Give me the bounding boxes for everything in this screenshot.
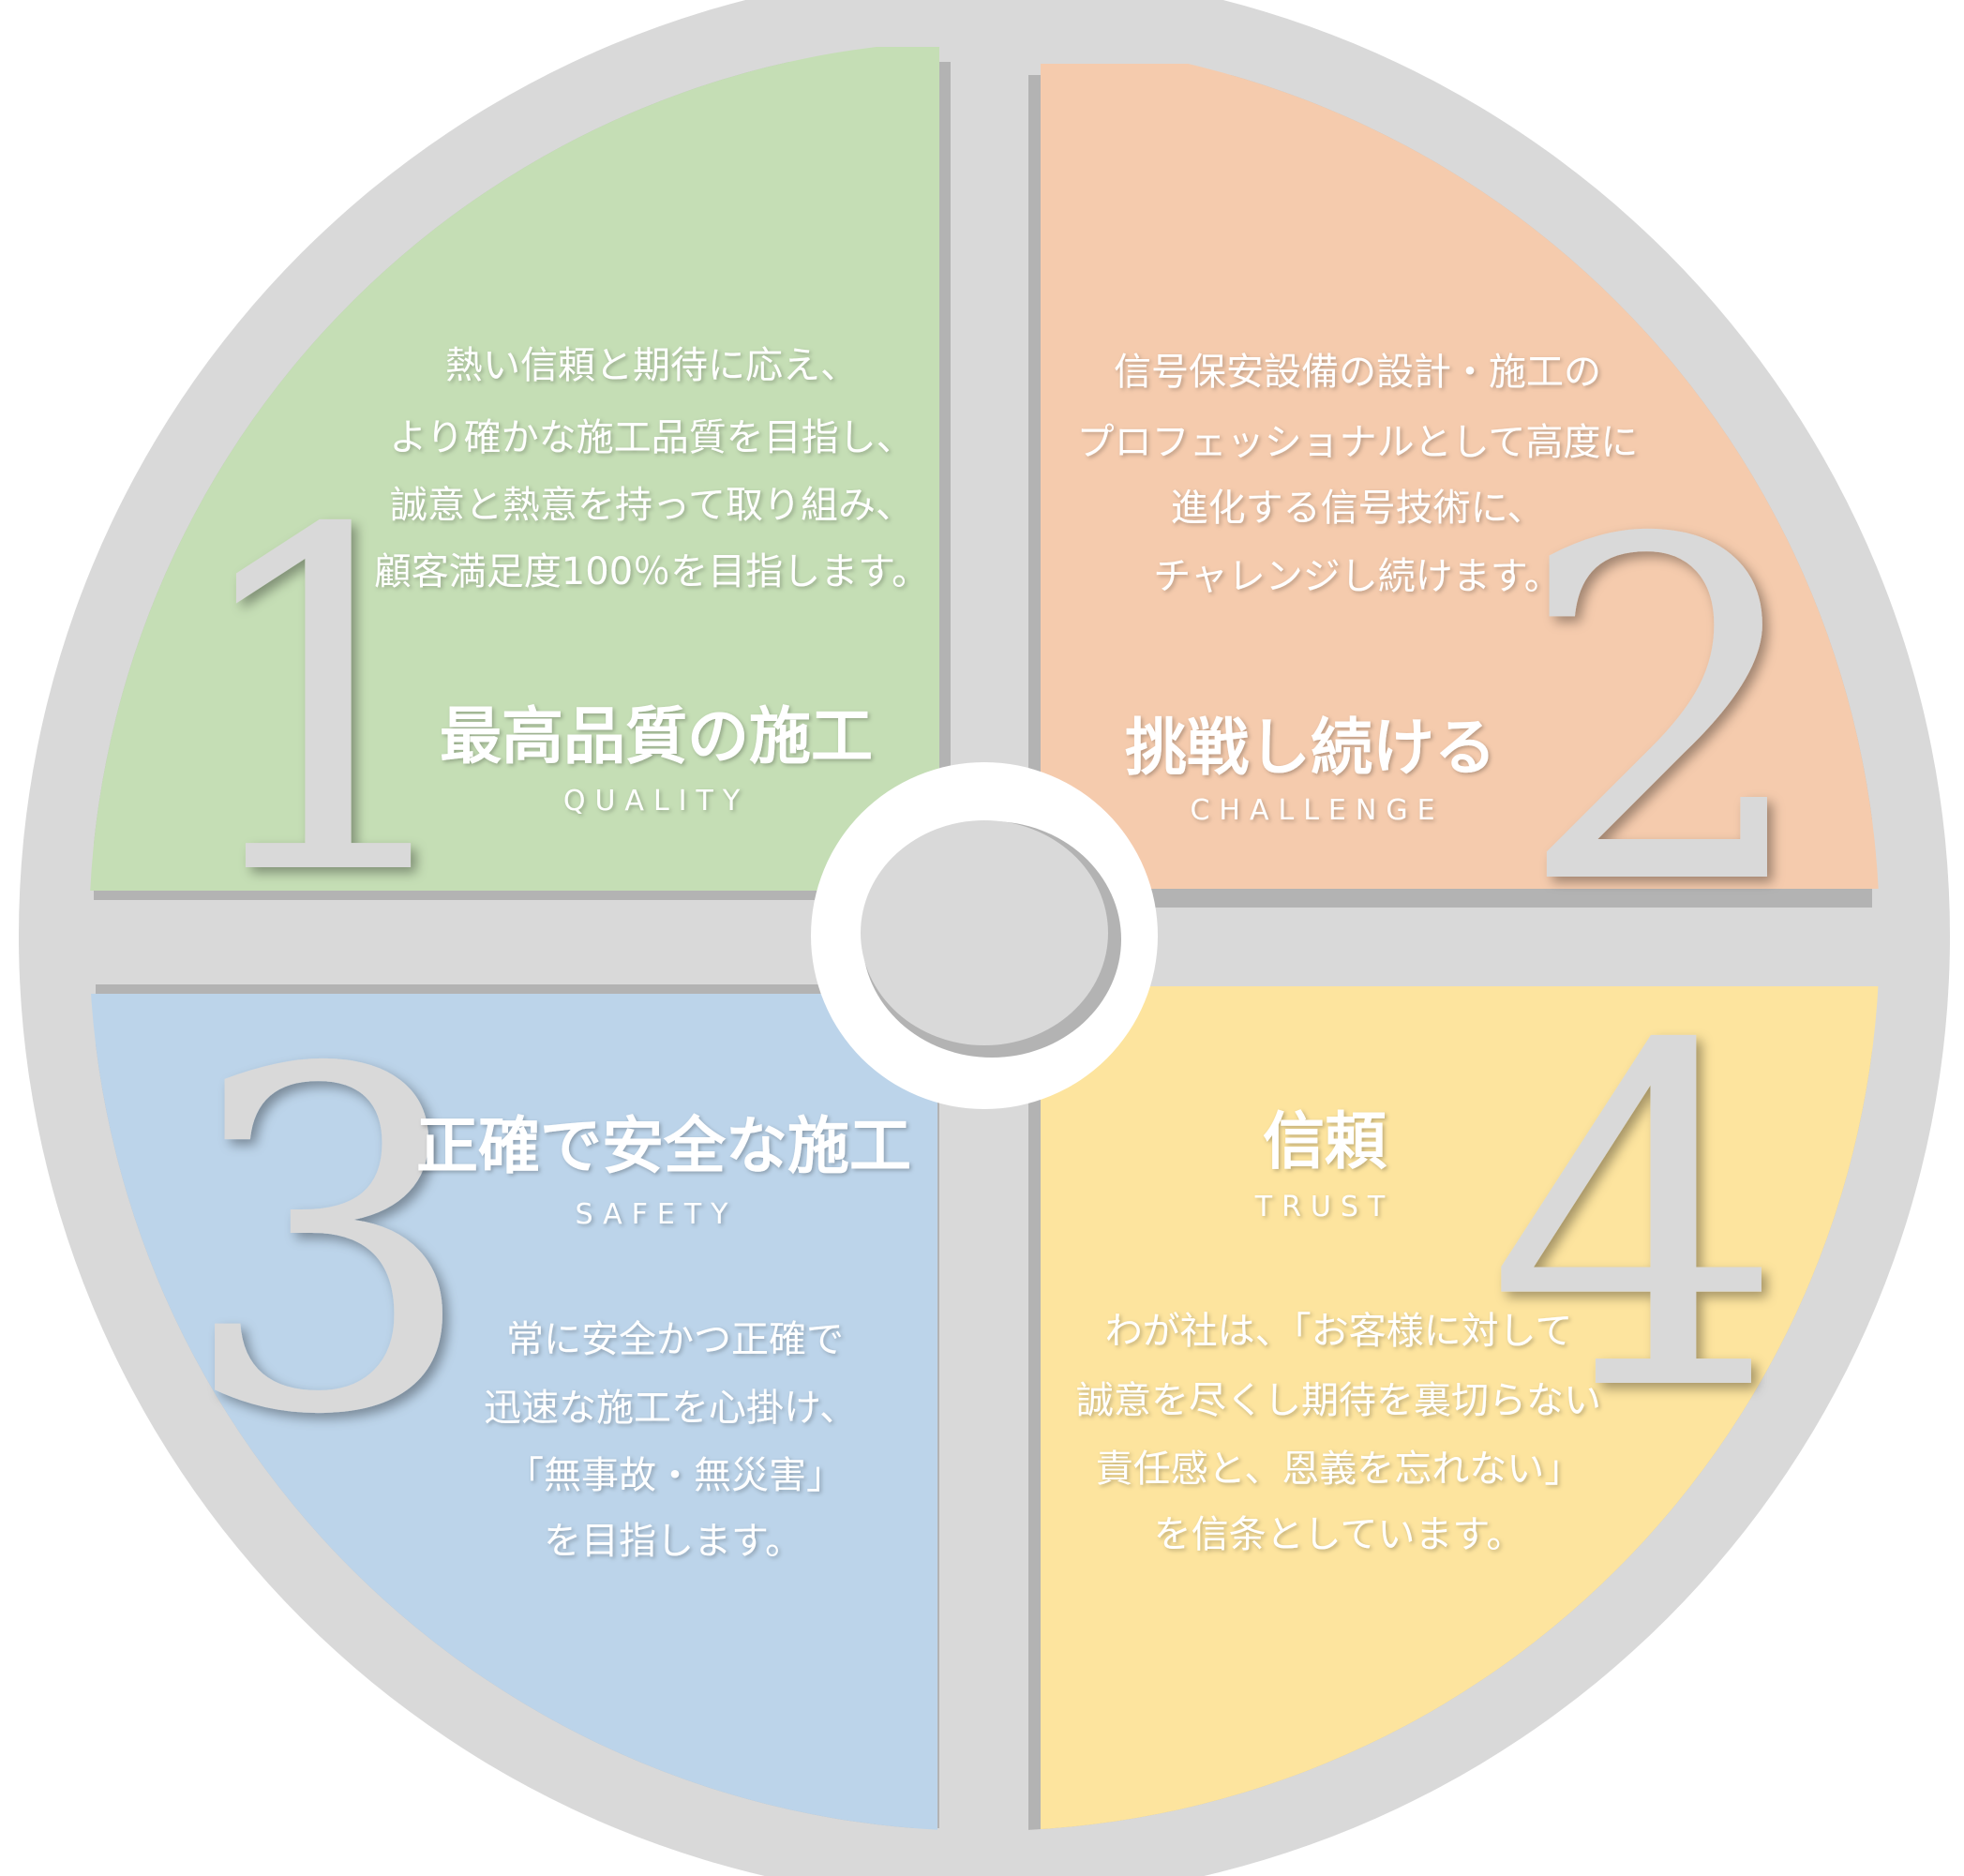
section-2-body-line-1: 信号保安設備の設計・施工の (1114, 351, 1601, 394)
section-3-body-line-3: 「無事故・無災害」 (506, 1454, 844, 1497)
section-2-subtitle: CHALLENGE (1190, 794, 1444, 827)
section-2-title: 挑戦し続ける (1125, 712, 1496, 784)
section-3-body-line-1: 常に安全かつ正確で (506, 1318, 844, 1361)
section-1-body-line-3: 誠意と熱意を持って取り組み、 (390, 484, 913, 527)
section-4-body-line-1: わが社は、「お客様に対して (1105, 1310, 1573, 1353)
section-1-body-line-2: より確かな施工品質を目指し、 (389, 416, 913, 459)
section-2-body-line-3: 進化する信号技術に、 (1171, 487, 1545, 530)
section-1-body-line-4: 顧客満足度100％を目指します。 (374, 550, 929, 593)
section-1-body-line-1: 熱い信頼と期待に応え、 (445, 344, 858, 387)
section-3-number: 3 (179, 971, 477, 1517)
section-4-body-line-3: 責任感と、恩義を忘れない」 (1096, 1448, 1582, 1491)
section-3-body-line-2: 迅速な施工を心掛け、 (484, 1387, 857, 1430)
section-1-title: 最高品質の施工 (440, 700, 873, 773)
center-hub (861, 820, 1108, 1045)
section-4-title: 信頼 (1263, 1105, 1387, 1178)
section-3-subtitle: SAFETY (576, 1198, 738, 1231)
values-circle-diagram: 1 2 3 4 熱い信頼と期待に応え、 より確かな施工品質を目指し、 誠意と熱意… (19, 0, 1950, 1876)
section-2-body-line-2: プロフェッショナルとして高度に (1077, 421, 1639, 464)
section-4-body-line-2: 誠意を尽くし期待を裏切らない (1076, 1379, 1601, 1422)
section-2-number: 2 (1515, 442, 1813, 987)
section-3-body-line-4: を目指します。 (544, 1520, 802, 1563)
section-3-title: 正確で安全な施工 (416, 1110, 911, 1182)
section-4-body-line-4: を信条としています。 (1154, 1513, 1524, 1556)
section-2-body-line-4: チャレンジし続けます。 (1153, 555, 1562, 598)
section-1-subtitle: QUALITY (563, 785, 749, 818)
section-4-subtitle: TRUST (1254, 1191, 1395, 1223)
